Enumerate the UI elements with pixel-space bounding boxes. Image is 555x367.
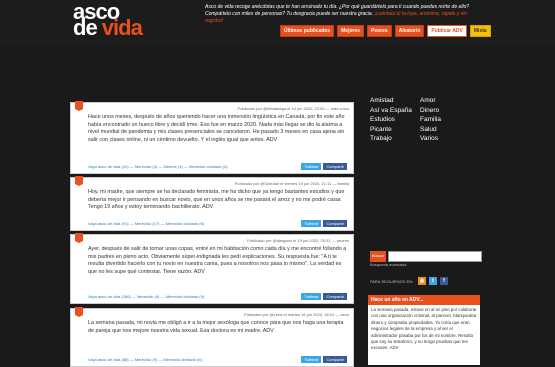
category-link[interactable]: Así va España [370, 106, 412, 116]
year-ago-title: Hace un año en ADV... [368, 295, 480, 305]
post-meta: Publicado por @dasgano el 19 jun 2020, 2… [247, 238, 349, 243]
post-votes[interactable]: Vaya asco de vida (88) — Merecido (9) — … [88, 357, 202, 362]
post-badge-icon [75, 101, 83, 111]
nav-latest-button[interactable]: Últimos publicados [280, 25, 335, 37]
post-votes[interactable]: Vaya asco de vida (166) — Merecido (9) —… [88, 294, 204, 299]
advanced-search-link[interactable]: Búsqueda avanzada [370, 262, 406, 267]
share-buttons: Twittear Compartir [301, 163, 347, 170]
follow-label: PARA SEGUIRNOS EN: [370, 279, 414, 284]
nav-best-button[interactable]: Mejores [337, 25, 365, 37]
rss-icon[interactable]: ◉ [418, 277, 426, 285]
twitter-share-button[interactable]: Twittear [301, 293, 322, 300]
nav-publish-button[interactable]: Publicar ADV [427, 25, 467, 37]
post-meta: Publicado por @Madariaga el 14 jun 2020,… [237, 106, 349, 111]
category-link[interactable]: Estudios [370, 115, 412, 125]
post-card: Publicado por @Soledad el viernes 19 jun… [70, 176, 354, 231]
post-card: Publicado por @dasgano el 19 jun 2020, 2… [70, 233, 354, 304]
category-link[interactable]: Salud [420, 125, 441, 135]
search-button[interactable]: Buscar [370, 251, 387, 262]
site-logo[interactable]: asco de vida [73, 1, 143, 40]
twitter-share-button[interactable]: Twittear [301, 163, 322, 170]
post-meta: Publicado por @Lena el martes 16 jun 202… [243, 312, 349, 317]
post-body: Hace unos meses, después de años querien… [88, 114, 345, 143]
twitter-share-button[interactable]: Twittear [301, 220, 322, 227]
share-buttons: Twittear Compartir [301, 356, 347, 363]
nav-mixed-button[interactable]: Mixta [469, 25, 491, 37]
post-card: Publicado por @Madariaga el 14 jun 2020,… [70, 101, 354, 174]
post-card: Publicado por @Lena el martes 16 jun 202… [70, 307, 354, 367]
post-votes[interactable]: Vaya asco de vida (24) — Merecido (4) — … [88, 164, 228, 169]
category-link[interactable]: Amistad [370, 96, 412, 106]
category-column-2: Amor Dinero Familia Salud Varios [420, 96, 441, 144]
category-link[interactable]: Amor [420, 96, 441, 106]
category-link[interactable]: Picante [370, 125, 412, 135]
year-ago-text: La semana pasada, estuve en al mi piso p… [371, 307, 477, 351]
facebook-icon[interactable]: f [440, 277, 448, 285]
social-icons: ◉ t f [418, 277, 448, 285]
twitter-share-button[interactable]: Twittear [301, 356, 322, 363]
category-link[interactable]: Trabajo [370, 134, 412, 144]
facebook-share-button[interactable]: Compartir [323, 293, 347, 300]
post-meta: Publicado por @Soledad el viernes 19 jun… [234, 181, 349, 186]
post-body: Hoy, mi madre, que siempre se ha declara… [88, 189, 345, 211]
post-body: Ayer, después de salir de tomar unas cop… [88, 246, 347, 275]
facebook-share-button[interactable]: Compartir [323, 356, 347, 363]
nav-random-button[interactable]: Aleatorio [394, 25, 425, 37]
year-ago-box: Hace un año en ADV... La semana pasada, … [368, 295, 480, 365]
category-link[interactable]: Dinero [420, 106, 441, 116]
facebook-share-button[interactable]: Compartir [323, 163, 347, 170]
search-bar: Buscar [370, 251, 483, 262]
share-buttons: Twittear Compartir [301, 293, 347, 300]
post-badge-icon [75, 176, 83, 186]
facebook-share-button[interactable]: Compartir [323, 220, 347, 227]
post-votes[interactable]: Vaya asco de vida (91) — Merecido (17) —… [88, 221, 204, 226]
twitter-icon[interactable]: t [429, 277, 437, 285]
post-badge-icon [75, 233, 83, 243]
share-buttons: Twittear Compartir [301, 220, 347, 227]
category-link[interactable]: Varios [420, 134, 441, 144]
post-body: La semana pasada, mi novia me obligó a i… [88, 320, 344, 334]
post-badge-icon [75, 307, 83, 317]
main-nav: Últimos publicados Mejores Peores Aleato… [280, 25, 491, 37]
nav-worst-button[interactable]: Peores [367, 25, 392, 37]
tagline: Asco de vida recoge anécdotas que te han… [205, 4, 470, 24]
header: asco de vida Asco de vida recoge anécdot… [0, 0, 555, 45]
category-link[interactable]: Familia [420, 115, 441, 125]
logo-line2: de vida [73, 15, 143, 40]
search-input[interactable] [388, 251, 483, 262]
category-column-1: Amistad Así va España Estudios Picante T… [370, 96, 412, 144]
